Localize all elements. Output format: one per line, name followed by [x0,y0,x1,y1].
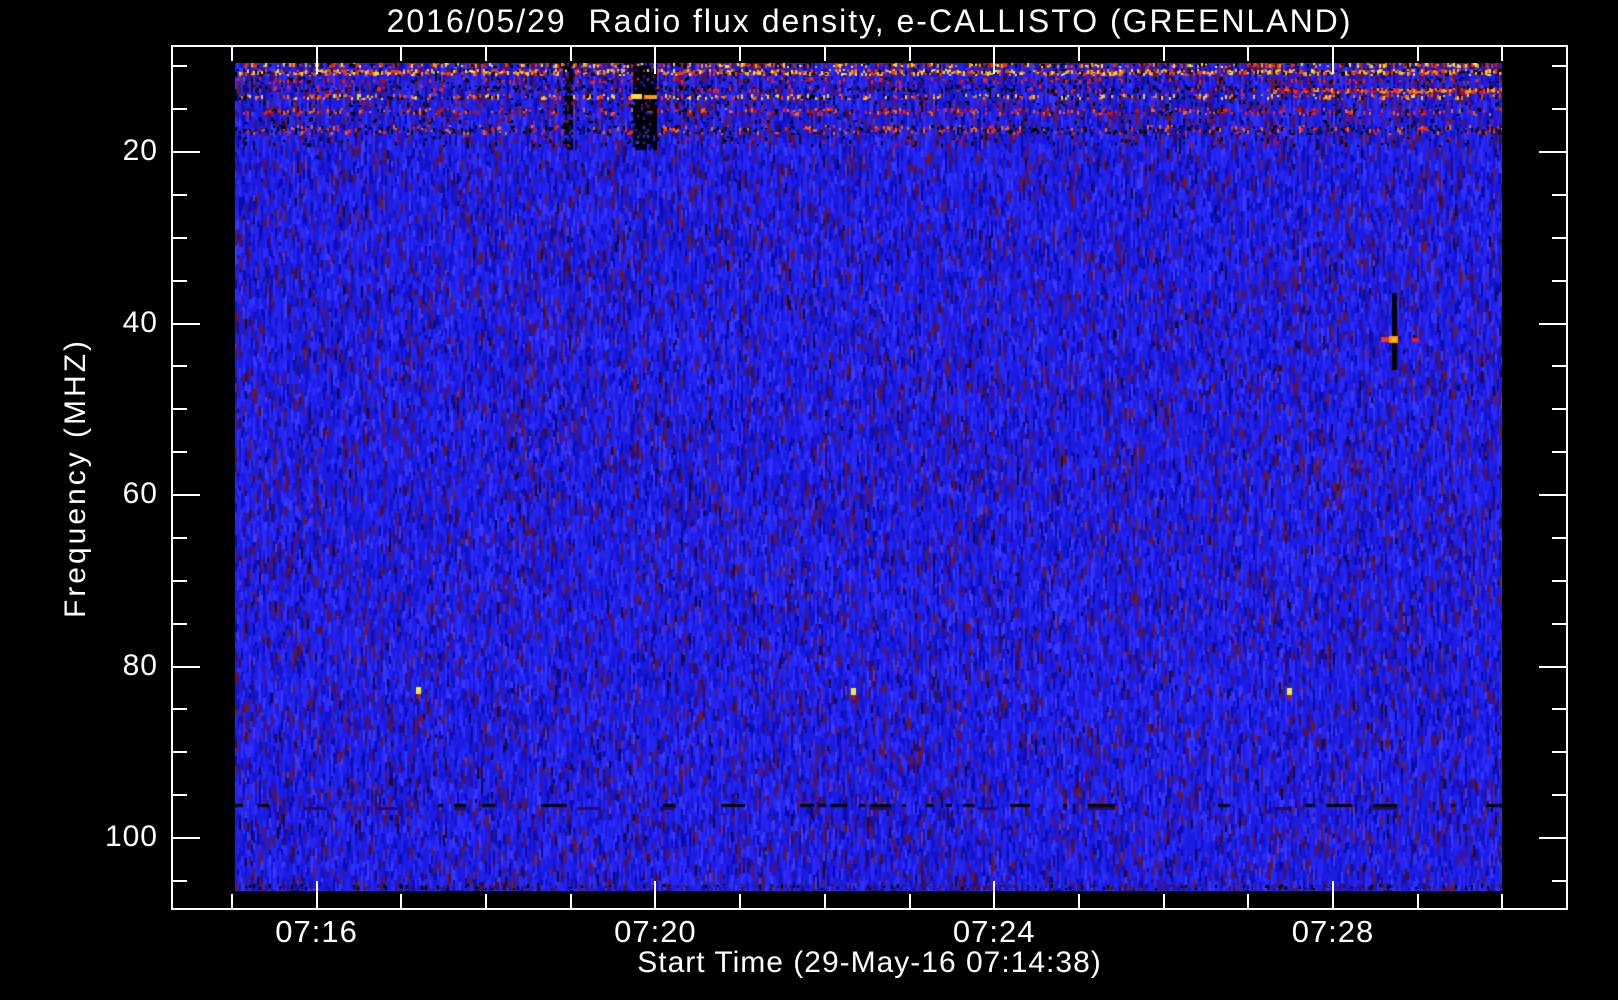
y-axis-tick [1539,665,1566,668]
x-axis-tick [230,47,233,61]
y-axis-tick [1552,751,1566,754]
y-axis-tick [173,665,200,668]
y-axis-tick [1552,794,1566,797]
spectrogram-page: 2016/05/29 Radio flux density, e-CALLIST… [0,0,1618,1000]
y-axis-tick [1552,408,1566,411]
y-axis-tick [1552,708,1566,711]
x-tick-label: 07:16 [275,914,358,949]
y-axis-tick [173,108,187,111]
x-axis-tick [1247,894,1250,908]
y-axis-tick [173,622,187,625]
x-axis-tick [400,47,403,61]
y-axis-tick [173,494,200,496]
y-axis-tick [1552,622,1566,625]
x-axis-tick [908,894,911,908]
x-axis-tick [230,894,233,908]
y-axis-tick [1552,579,1566,582]
y-tick-label: 100 [104,820,158,853]
x-axis-tick [315,47,318,74]
y-axis-tick [1552,236,1566,239]
y-axis-tick [173,837,200,839]
x-tick-label: 07:20 [614,914,697,949]
y-axis-tick [1552,279,1566,282]
page-title: 2016/05/29 Radio flux density, e-CALLIST… [386,3,1353,39]
x-axis-tick [993,881,996,908]
y-axis-tick [173,322,200,325]
x-axis-tick [654,881,657,908]
y-tick-label: 60 [122,477,158,510]
x-axis-tick [1332,881,1334,908]
x-axis-tick [654,47,657,74]
x-axis-tick [1501,47,1504,61]
x-axis-tick [993,47,996,74]
x-axis-tick [315,881,318,908]
y-axis-tick [1539,837,1566,839]
x-tick-label: 07:24 [952,914,1036,949]
x-tick-label: 07:28 [1291,914,1375,949]
x-axis-tick [485,47,487,61]
x-axis-tick [1077,47,1080,61]
x-axis-label: Start Time (29-May-16 07:14:38) [637,946,1102,979]
y-axis-tick [1552,193,1566,196]
y-axis-tick [1552,879,1566,882]
y-axis-tick [173,579,187,582]
y-axis-tick [173,879,187,882]
y-tick-label: 40 [122,305,158,339]
y-tick-label: 80 [122,648,158,682]
x-axis-tick [1077,894,1080,908]
y-axis-label: Frequency (MHZ) [59,337,92,619]
y-axis-tick [1552,108,1566,111]
y-axis-tick [173,193,187,196]
x-axis-tick [1247,47,1250,61]
x-axis-tick [485,894,487,908]
y-axis-tick [173,751,187,754]
y-axis-tick [173,794,187,797]
y-axis-tick [1552,451,1566,454]
y-axis-tick [173,408,187,411]
x-axis-tick [569,47,572,61]
y-axis-tick [173,365,187,368]
y-axis-tick [1552,365,1566,368]
y-axis-tick [173,151,200,153]
y-axis-tick [173,451,187,454]
x-axis-tick [1332,47,1334,74]
x-axis-tick [1416,894,1419,908]
x-axis-tick [1162,894,1165,908]
y-axis-tick [1539,494,1566,496]
spectrogram-canvas [235,63,1502,891]
y-axis-tick [173,65,187,68]
y-axis-tick [1539,322,1566,325]
x-axis-tick [1162,47,1165,61]
y-axis-tick [1539,151,1566,153]
y-axis-tick [173,536,187,539]
y-axis-tick [173,279,187,282]
x-axis-tick [739,894,742,908]
y-axis-tick [173,708,187,711]
x-axis-tick [739,47,742,61]
x-axis-tick [569,894,572,908]
x-axis-tick [908,47,911,61]
y-tick-label: 20 [122,134,158,167]
y-axis-tick [173,236,187,239]
y-axis-tick [1552,65,1566,68]
x-axis-tick [400,894,403,908]
x-axis-tick [1501,894,1504,908]
x-axis-tick [823,47,826,61]
x-axis-tick [823,894,826,908]
y-axis-tick [1552,536,1566,539]
x-axis-tick [1416,47,1419,61]
